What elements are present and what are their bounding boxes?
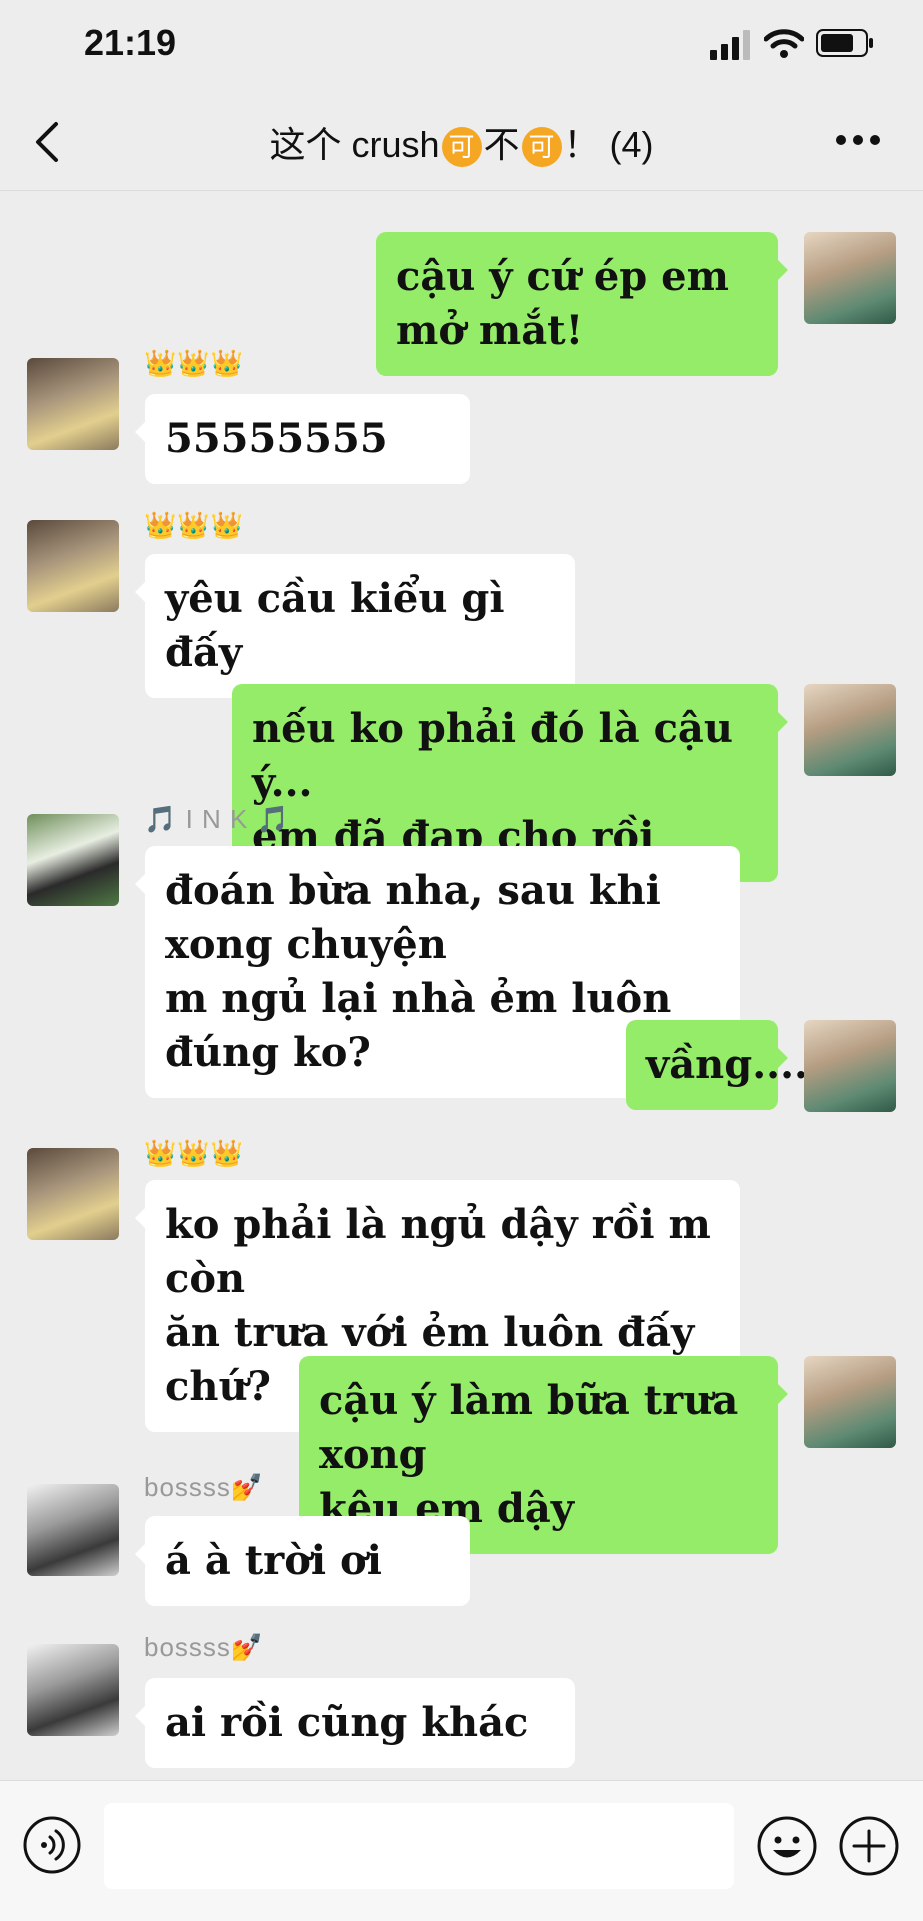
sender-name: 👑👑👑 bbox=[144, 510, 245, 540]
avatar-photo-icon bbox=[27, 1148, 119, 1240]
message-list[interactable]: cậu ý cứ ép em mở mắt! 👑👑👑 55555555 👑👑👑 … bbox=[0, 190, 923, 1780]
input-bar bbox=[0, 1780, 923, 1921]
avatar[interactable] bbox=[27, 1644, 119, 1736]
chat-member-count: ！ (4) bbox=[563, 124, 654, 165]
message-bubble[interactable]: ai rồi cũng khác bbox=[135, 1678, 575, 1768]
avatar[interactable] bbox=[804, 1020, 896, 1112]
battery-icon bbox=[816, 29, 873, 57]
message-line: cậu ý làm bữa trưa xong bbox=[319, 1377, 739, 1478]
avatar[interactable] bbox=[27, 1484, 119, 1576]
avatar[interactable] bbox=[804, 1356, 896, 1448]
avatar[interactable] bbox=[27, 520, 119, 612]
avatar-photo-icon bbox=[27, 520, 119, 612]
message-bubble[interactable]: yêu cầu kiểu gì đấy bbox=[135, 554, 575, 698]
voice-input-icon[interactable] bbox=[22, 1815, 82, 1875]
avatar-photo-icon bbox=[27, 358, 119, 450]
chat-title: 这个 crush 可不可！ (4) bbox=[180, 116, 743, 168]
message-line: ko phải là ngủ dậy rồi m còn bbox=[165, 1201, 711, 1302]
ok-badge-icon: 可 bbox=[441, 127, 482, 168]
emoji-icon[interactable] bbox=[756, 1815, 818, 1877]
message-line: á à trời ơi bbox=[165, 1537, 382, 1584]
avatar-photo-icon bbox=[27, 1484, 119, 1576]
chat-title-text: 这个 crush bbox=[269, 124, 440, 165]
message-line: vầng.... bbox=[646, 1041, 808, 1088]
message-line: đoán bừa nha, sau khi xong chuyện bbox=[165, 867, 661, 968]
avatar-photo-icon bbox=[804, 684, 896, 776]
message-line: cậu ý cứ ép em mở mắt! bbox=[396, 253, 729, 354]
avatar-photo-icon bbox=[27, 1644, 119, 1736]
avatar-photo-icon bbox=[27, 814, 119, 906]
sender-name: 👑👑👑 bbox=[144, 1138, 245, 1168]
sender-name: bossss💅 bbox=[144, 1632, 265, 1662]
message-line: nếu ko phải đó là cậu ý... bbox=[252, 705, 733, 806]
message-input[interactable] bbox=[104, 1803, 734, 1889]
avatar-photo-icon bbox=[804, 1356, 896, 1448]
message-line: 55555555 bbox=[165, 415, 388, 462]
more-options-icon[interactable] bbox=[835, 134, 881, 146]
message-bubble[interactable]: 55555555 bbox=[135, 394, 470, 484]
plus-icon[interactable] bbox=[838, 1815, 900, 1877]
back-arrow-icon[interactable] bbox=[30, 120, 70, 164]
avatar[interactable] bbox=[27, 814, 119, 906]
avatar[interactable] bbox=[27, 358, 119, 450]
wifi-icon bbox=[764, 29, 804, 58]
cellular-signal-icon bbox=[710, 30, 750, 60]
sender-name: 👑👑👑 bbox=[144, 348, 245, 378]
chat-title-mid: 不 bbox=[483, 124, 520, 165]
ok-badge-icon: 可 bbox=[521, 127, 562, 168]
message-line: ai rồi cũng khác bbox=[165, 1699, 529, 1746]
avatar-photo-icon bbox=[804, 1020, 896, 1112]
sender-name: 🎵 I N K 🎵 bbox=[144, 804, 290, 834]
avatar[interactable] bbox=[27, 1148, 119, 1240]
message-bubble[interactable]: cậu ý cứ ép em mở mắt! bbox=[376, 232, 788, 376]
status-bar: 21:19 bbox=[0, 0, 923, 90]
chat-header: 这个 crush 可不可！ (4) bbox=[0, 90, 923, 191]
sender-name: bossss💅 bbox=[144, 1472, 265, 1502]
avatar[interactable] bbox=[804, 684, 896, 776]
avatar[interactable] bbox=[804, 232, 896, 324]
status-time: 21:19 bbox=[84, 22, 177, 63]
message-line: yêu cầu kiểu gì đấy bbox=[165, 575, 505, 676]
message-bubble[interactable]: vầng.... bbox=[626, 1020, 808, 1110]
avatar-photo-icon bbox=[804, 232, 896, 324]
message-bubble[interactable]: á à trời ơi bbox=[135, 1516, 470, 1606]
